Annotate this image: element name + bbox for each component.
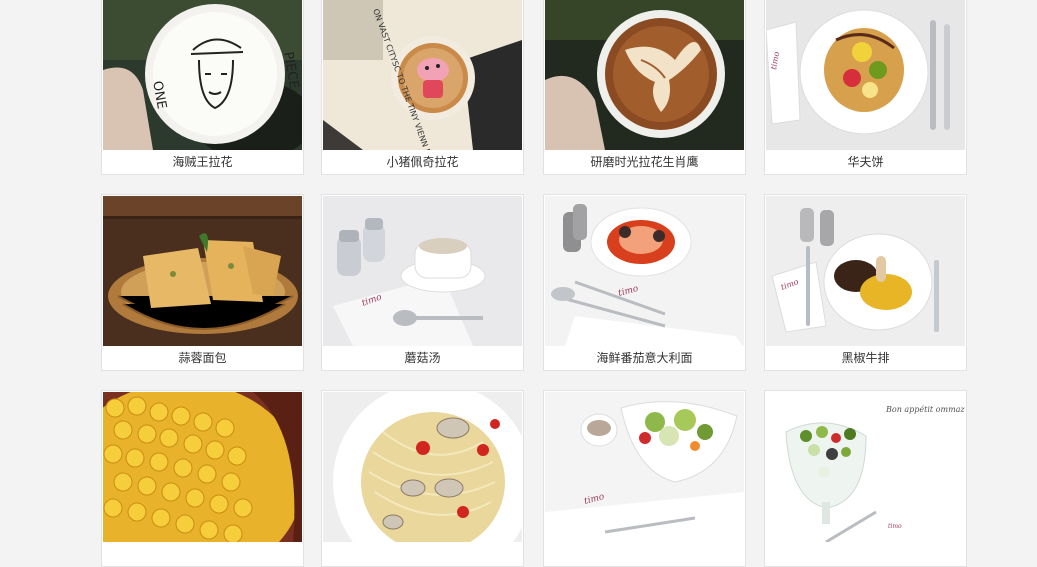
garden-salad-image: timo	[545, 392, 744, 542]
menu-photo-garlic-bread[interactable]	[103, 196, 302, 346]
menu-caption	[102, 543, 303, 566]
menu-card-peppa-latte[interactable]: ON VAST CITYSC TO THE TINY VIENN PROVO O…	[321, 0, 524, 175]
menu-card-black-pepper-steak[interactable]: timo 黑椒牛排	[764, 194, 967, 371]
menu-caption	[544, 543, 745, 566]
one-piece-latte-image: ONE PIECE	[103, 0, 302, 150]
menu-card-corn[interactable]	[101, 390, 304, 567]
menu-card-mushroom-soup[interactable]: timo 蘑菇汤	[321, 194, 524, 371]
menu-caption: 华夫饼	[847, 155, 884, 169]
black-pepper-steak-image: timo	[766, 196, 965, 346]
seafood-pasta-image: timo	[545, 196, 744, 346]
menu-caption: 海贼王拉花	[172, 155, 233, 169]
waffle-image: timo	[766, 0, 965, 150]
menu-caption	[765, 543, 966, 566]
menu-caption: 小猪佩奇拉花	[386, 155, 459, 169]
mushroom-soup-image: timo	[323, 196, 522, 346]
eagle-latte-image	[545, 0, 744, 150]
fruit-salad-image: Bon appétit ommaz timo	[766, 392, 965, 542]
menu-card-seafood-pasta[interactable]: timo 海鲜番茄意大利面	[543, 194, 746, 371]
menu-photo-peppa-latte[interactable]: ON VAST CITYSC TO THE TINY VIENN PROVO O…	[323, 0, 522, 150]
menu-caption: 蘑菇汤	[404, 351, 441, 365]
menu-card-fruit-salad[interactable]: Bon appétit ommaz timo	[764, 390, 967, 567]
menu-photo-seafood-pasta[interactable]: timo	[545, 196, 744, 346]
menu-photo-fruit-salad[interactable]: Bon appétit ommaz timo	[766, 392, 965, 542]
menu-card-waffle[interactable]: timo 华夫饼	[764, 0, 967, 175]
menu-caption: 蒜蓉面包	[178, 351, 227, 365]
menu-caption	[322, 543, 523, 566]
menu-photo-corn[interactable]	[103, 392, 302, 542]
menu-card-mushroom-pasta[interactable]	[321, 390, 524, 567]
menu-photo-garden-salad[interactable]: timo	[545, 392, 744, 542]
menu-photo-black-pepper-steak[interactable]: timo	[766, 196, 965, 346]
garlic-bread-image	[103, 196, 302, 346]
menu-card-garlic-bread[interactable]: 蒜蓉面包	[101, 194, 304, 371]
menu-photo-waffle[interactable]: timo	[766, 0, 965, 150]
menu-caption: 黑椒牛排	[841, 351, 890, 365]
corn-image	[103, 392, 302, 542]
mushroom-pasta-image	[323, 392, 522, 542]
menu-caption: 海鲜番茄意大利面	[596, 351, 693, 365]
menu-photo-mushroom-pasta[interactable]	[323, 392, 522, 542]
menu-photo-one-piece-latte[interactable]: ONE PIECE	[103, 0, 302, 150]
menu-photo-eagle-latte[interactable]	[545, 0, 744, 150]
svg-text:Bon appétit ommaz: Bon appétit ommaz	[885, 405, 965, 414]
menu-card-garden-salad[interactable]: timo	[543, 390, 746, 567]
menu-card-eagle-latte[interactable]: 研磨时光拉花生肖鹰	[543, 0, 746, 175]
svg-text:timo: timo	[888, 523, 902, 530]
menu-photo-mushroom-soup[interactable]: timo	[323, 196, 522, 346]
menu-caption: 研磨时光拉花生肖鹰	[590, 155, 699, 169]
menu-card-one-piece-latte[interactable]: ONE PIECE 海贼王拉花	[101, 0, 304, 175]
menu-gallery: ONE PIECE 海贼王拉花 蒜蓉面包 小猪佩奇拉花 timo 蘑菇汤 研磨时…	[0, 0, 1037, 567]
peppa-latte-image: ON VAST CITYSC TO THE TINY VIENN PROVO O…	[323, 0, 522, 150]
